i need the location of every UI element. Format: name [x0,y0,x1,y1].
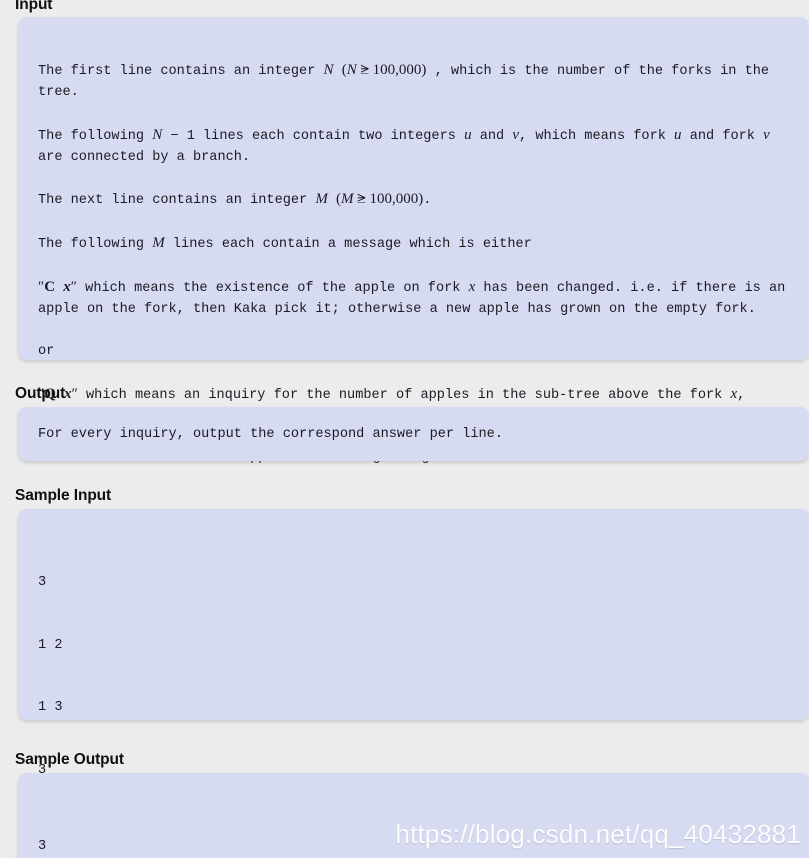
sample-output-code: 3 2 [18,773,809,858]
math-var-x: x [468,278,476,295]
section-sample-input: Sample Input 3 1 2 1 3 3 Q 1 C 2 Q 1 [0,487,809,841]
math-var-m2: M [152,235,165,252]
input-line-4: The following M lines each contain a mes… [38,235,532,253]
math-var-n2: N [152,126,163,143]
problem-statement-page: Input The first line contains an integer… [0,0,809,858]
panel-sample-input: 3 1 2 1 3 3 Q 1 C 2 Q 1 [18,509,809,841]
heading-output: Output [15,385,66,402]
math-constraint-m: (M ⪭ 100,000) [336,191,424,208]
math-var-u: u [464,126,472,143]
input-line-6: or [38,343,55,359]
panel-input: The first line contains an integer N (N … [18,17,809,465]
math-var-v2: v [763,126,770,143]
command-c: C [44,278,56,295]
sample-input-line: 1 3 [38,700,63,716]
section-output: Output For every inquiry, output the cor… [0,385,809,461]
input-line-5: ″C x″ which means the existence of the a… [38,278,794,317]
sample-input-line: 3 [38,574,47,590]
math-var-m: M [315,191,328,208]
sample-output-line: 3 [38,838,47,854]
quote-close-c: ″ [70,278,78,295]
math-constraint-n: (N ⪭ 100,000) [341,61,427,78]
math-var-v: v [512,126,520,143]
heading-input: Input [15,0,53,13]
input-line-1: The first line contains an integer N (N … [38,61,778,100]
panel-output: For every inquiry, output the correspond… [18,407,809,461]
command-c-arg: x [63,278,71,295]
input-line-3: The next line contains an integer M (M ⪭… [38,191,432,209]
panel-sample-output: 3 2 [18,773,809,858]
output-description: For every inquiry, output the correspond… [38,427,503,442]
sample-input-line: 1 2 [38,637,63,653]
heading-sample-output: Sample Output [15,751,124,768]
math-var-u2: u [674,126,682,143]
math-var-n: N [323,61,334,78]
heading-sample-input: Sample Input [15,487,112,504]
input-line-2: The following N − 1 lines each contain t… [38,126,778,165]
section-input: Input The first line contains an integer… [0,0,809,465]
section-sample-output: Sample Output 3 2 [0,751,809,858]
